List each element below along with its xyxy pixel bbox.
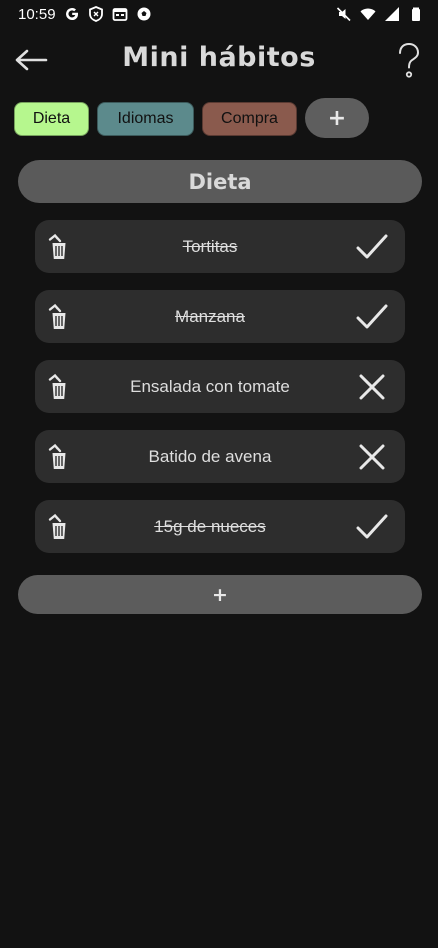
trash-icon — [48, 303, 66, 329]
section-title-label: Dieta — [188, 169, 252, 194]
habit-status-button[interactable] — [355, 510, 389, 544]
habit-row: 15g de nueces — [35, 500, 405, 553]
close-icon — [359, 374, 385, 400]
habit-row: Ensalada con tomate — [35, 360, 405, 413]
plus-icon: + — [327, 105, 347, 131]
delete-habit-button[interactable] — [45, 302, 71, 332]
trash-icon — [48, 373, 66, 399]
trash-icon — [48, 233, 66, 259]
wifi-icon — [360, 6, 376, 22]
soccer-ball-icon — [136, 6, 152, 22]
signal-icon — [384, 6, 400, 22]
question-mark-icon — [399, 42, 420, 78]
battery-icon — [408, 6, 424, 22]
habit-status-button[interactable] — [355, 370, 389, 404]
shield-icon — [88, 6, 104, 22]
tab-compra[interactable]: Compra — [202, 102, 297, 136]
help-button[interactable] — [392, 40, 426, 82]
delete-habit-button[interactable] — [45, 232, 71, 262]
checkmark-icon — [356, 234, 388, 259]
tab-dieta[interactable]: Dieta — [14, 102, 89, 136]
close-icon — [359, 444, 385, 470]
app-bar: Mini hábitos — [0, 36, 438, 86]
plus-icon: + — [212, 583, 228, 606]
page-title: Mini hábitos — [122, 42, 316, 73]
tab-label: Dieta — [32, 110, 71, 127]
calendar-icon — [112, 6, 128, 22]
delete-habit-button[interactable] — [45, 512, 71, 542]
add-habit-button[interactable]: + — [18, 575, 422, 614]
status-time: 10:59 — [18, 5, 56, 23]
status-bar: 10:59 — [0, 0, 438, 28]
tab-idiomas[interactable]: Idiomas — [97, 102, 194, 136]
checkmark-icon — [356, 514, 388, 539]
tab-label: Compra — [221, 110, 278, 127]
trash-icon — [48, 513, 66, 539]
delete-habit-button[interactable] — [45, 442, 71, 472]
habit-label: Tortitas — [182, 236, 238, 256]
checkmark-icon — [356, 304, 388, 329]
delete-habit-button[interactable] — [45, 372, 71, 402]
habit-row: Tortitas — [35, 220, 405, 273]
add-tab-button[interactable]: + — [305, 98, 369, 138]
trash-icon — [48, 443, 66, 469]
habit-row: Manzana — [35, 290, 405, 343]
habit-status-button[interactable] — [355, 230, 389, 264]
tab-label: Idiomas — [117, 110, 174, 127]
habit-label: Batido de avena — [148, 446, 272, 466]
habit-row: Batido de avena — [35, 430, 405, 483]
habit-label: 15g de nueces — [154, 516, 266, 536]
mute-icon — [336, 6, 352, 22]
google-icon — [64, 6, 80, 22]
section-title: Dieta — [18, 160, 422, 203]
habit-label: Ensalada con tomate — [130, 376, 290, 396]
habit-label: Manzana — [175, 306, 245, 326]
habit-status-button[interactable] — [355, 440, 389, 474]
habit-status-button[interactable] — [355, 300, 389, 334]
